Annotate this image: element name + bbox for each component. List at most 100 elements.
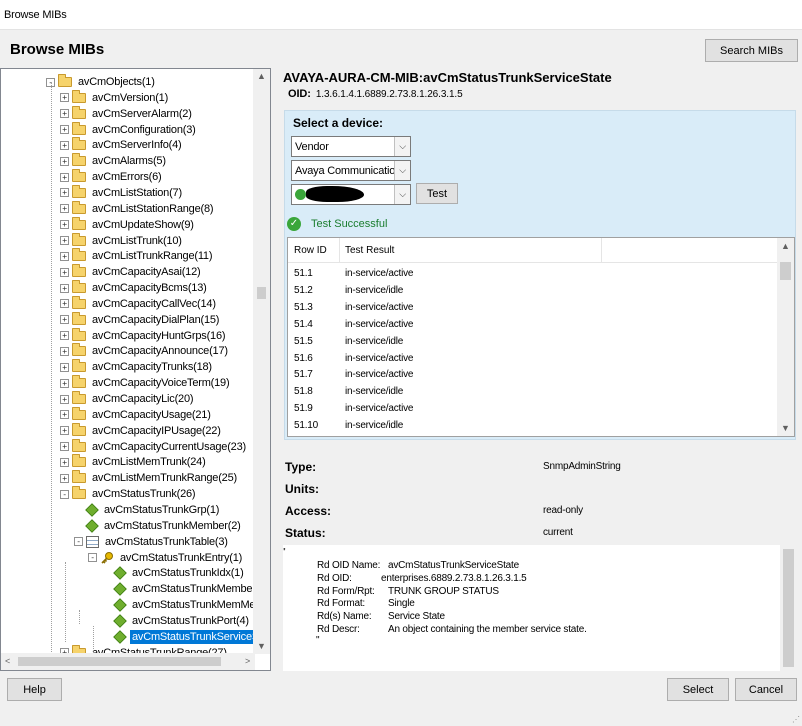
expand-icon[interactable]: + bbox=[60, 473, 69, 483]
tree-item[interactable]: + avCmUpdateShow(9) bbox=[60, 216, 196, 233]
tree-horizontal-scrollbar[interactable]: < > bbox=[1, 653, 255, 670]
expand-icon[interactable]: + bbox=[60, 220, 69, 230]
expand-icon[interactable]: + bbox=[60, 394, 69, 404]
chevron-down-icon[interactable]: ⌵ bbox=[394, 137, 410, 156]
tree-item[interactable]: avCmStatusTrunkMemberIdx(2) bbox=[102, 581, 255, 597]
expand-icon[interactable]: + bbox=[60, 109, 69, 119]
tree-scroll-thumb[interactable] bbox=[257, 287, 266, 299]
table-row[interactable]: 51.3 in-service/active bbox=[288, 299, 779, 316]
tree-item[interactable]: - avCmStatusTrunk(26) bbox=[60, 486, 197, 502]
resize-grip-icon[interactable]: ⋰ bbox=[792, 715, 800, 724]
tree-item[interactable]: + avCmServerInfo(4) bbox=[60, 137, 184, 153]
scroll-up-icon[interactable]: ▲ bbox=[257, 71, 266, 81]
tree-item[interactable]: + avCmListMemTrunk(24) bbox=[60, 454, 208, 470]
tree-item[interactable]: avCmStatusTrunkPort(4) bbox=[102, 613, 251, 629]
expand-icon[interactable]: + bbox=[60, 457, 69, 467]
expand-icon[interactable]: + bbox=[60, 251, 69, 261]
description-scrollbar[interactable] bbox=[780, 545, 797, 671]
tree-item[interactable]: + avCmCapacityCurrentUsage(23) bbox=[60, 438, 248, 455]
collapse-icon[interactable]: - bbox=[74, 537, 83, 547]
tree-item[interactable]: + avCmAlarms(5) bbox=[60, 153, 168, 169]
tree-item[interactable]: avCmStatusTrunkMember(2) bbox=[74, 518, 243, 534]
tree-item[interactable]: + avCmConfiguration(3) bbox=[60, 121, 198, 138]
expand-icon[interactable]: + bbox=[60, 362, 69, 372]
expand-icon[interactable]: + bbox=[60, 93, 69, 103]
tree-item[interactable]: - avCmStatusTrunkEntry(1) bbox=[88, 550, 244, 566]
expand-icon[interactable]: + bbox=[60, 331, 69, 341]
table-row[interactable]: 51.4 in-service/active bbox=[288, 316, 779, 333]
expand-icon[interactable]: + bbox=[60, 204, 69, 214]
expand-icon[interactable]: + bbox=[60, 426, 69, 436]
table-row[interactable]: 51.2 in-service/idle bbox=[288, 282, 779, 299]
table-row[interactable]: 51.9 in-service/active bbox=[288, 400, 779, 417]
tree-item[interactable]: + avCmListTrunk(10) bbox=[60, 232, 184, 249]
tree-item[interactable]: + avCmErrors(6) bbox=[60, 169, 164, 185]
expand-icon[interactable]: + bbox=[60, 125, 69, 135]
expand-icon[interactable]: + bbox=[60, 299, 69, 309]
tree-item[interactable]: avCmStatusTrunkIdx(1) bbox=[102, 565, 246, 581]
search-mibs-button[interactable]: Search MIBs bbox=[705, 39, 798, 62]
table-row[interactable]: 51.11in-service/idle bbox=[288, 434, 779, 436]
device-combo[interactable]: ⌵ bbox=[291, 184, 411, 205]
table-row[interactable]: 51.7 in-service/active bbox=[288, 366, 779, 383]
collapse-icon[interactable]: - bbox=[60, 489, 69, 499]
tree-item[interactable]: + avCmCapacityCallVec(14) bbox=[60, 295, 218, 312]
col-test-result[interactable]: Test Result bbox=[345, 245, 394, 256]
expand-icon[interactable]: + bbox=[60, 410, 69, 420]
description-box[interactable]: " Rd OID Name: avCmStatusTrunkServiceStat… bbox=[283, 545, 797, 671]
tree-hscroll-thumb[interactable] bbox=[18, 657, 221, 666]
expand-icon[interactable]: + bbox=[60, 378, 69, 388]
tree-item[interactable]: + avCmServerAlarm(2) bbox=[60, 105, 194, 122]
tree-item[interactable]: + avCmCapacityLic(20) bbox=[60, 391, 195, 407]
chevron-down-icon[interactable]: ⌵ bbox=[394, 161, 410, 180]
scroll-up-icon[interactable]: ▲ bbox=[781, 241, 790, 251]
chevron-down-icon[interactable]: ⌵ bbox=[394, 185, 410, 204]
tree-item[interactable]: avCmStatusTrunkMemMember(3) bbox=[102, 597, 255, 613]
collapse-icon[interactable]: - bbox=[88, 553, 97, 562]
tree-item[interactable]: + avCmListMemTrunkRange(25) bbox=[60, 470, 239, 486]
table-row[interactable]: 51.1 in-service/active bbox=[288, 265, 779, 282]
tree-item[interactable]: - avCmObjects(1) bbox=[46, 74, 157, 90]
expand-icon[interactable]: + bbox=[60, 172, 69, 182]
tree-item[interactable]: + avCmCapacityUsage(21) bbox=[60, 406, 213, 423]
expand-icon[interactable]: + bbox=[60, 315, 69, 325]
expand-icon[interactable]: + bbox=[60, 283, 69, 293]
description-scroll-thumb[interactable] bbox=[783, 549, 794, 667]
scroll-down-icon[interactable]: ▼ bbox=[781, 423, 790, 433]
table-row[interactable]: 51.10 in-service/idle bbox=[288, 417, 779, 434]
scroll-right-icon[interactable]: > bbox=[245, 656, 250, 666]
product-combo[interactable]: Avaya Communication ⌵ bbox=[291, 160, 411, 181]
tree-item[interactable]: avCmStatusTrunkServiceState(5) bbox=[102, 629, 255, 645]
test-button[interactable]: Test bbox=[416, 183, 458, 204]
tree-item[interactable]: + avCmCapacityAsai(12) bbox=[60, 264, 202, 280]
tree-item[interactable]: + avCmCapacityTrunks(18) bbox=[60, 359, 214, 375]
tree-item[interactable]: + avCmCapacityVoiceTerm(19) bbox=[60, 375, 231, 391]
table-row[interactable]: 51.5 in-service/idle bbox=[288, 333, 779, 350]
tree-item[interactable]: + avCmCapacityDialPlan(15) bbox=[60, 311, 221, 328]
select-button[interactable]: Select bbox=[667, 678, 729, 701]
cancel-button[interactable]: Cancel bbox=[735, 678, 797, 701]
results-grid[interactable]: Row ID Test Result 51.1 in-service/active… bbox=[287, 237, 795, 437]
tree-item[interactable]: + avCmCapacityBcms(13) bbox=[60, 280, 209, 296]
tree-item[interactable]: avCmStatusTrunkGrp(1) bbox=[74, 502, 221, 518]
tree-item[interactable]: + avCmCapacityHuntGrps(16) bbox=[60, 327, 227, 344]
tree-item[interactable]: + avCmVersion(1) bbox=[60, 89, 170, 106]
expand-icon[interactable]: + bbox=[60, 188, 69, 198]
results-vertical-scrollbar[interactable]: ▲ ▼ bbox=[777, 238, 794, 436]
results-scroll-thumb[interactable] bbox=[780, 262, 791, 280]
col-row-id[interactable]: Row ID bbox=[294, 245, 327, 256]
expand-icon[interactable]: + bbox=[60, 442, 69, 452]
mib-tree[interactable]: - avCmObjects(1) + avCmVersion(1) + avCmServe… bbox=[0, 68, 271, 671]
expand-icon[interactable]: + bbox=[60, 267, 69, 277]
tree-item[interactable]: + avCmListStationRange(8) bbox=[60, 200, 215, 217]
tree-item[interactable]: + avCmCapacityAnnounce(17) bbox=[60, 343, 230, 359]
help-button[interactable]: Help bbox=[7, 678, 62, 701]
table-row[interactable]: 51.6 in-service/active bbox=[288, 350, 779, 367]
tree-vertical-scrollbar[interactable]: ▲ ▼ bbox=[253, 69, 270, 654]
expand-icon[interactable]: + bbox=[60, 236, 69, 245]
tree-item[interactable]: + avCmCapacityIPUsage(22) bbox=[60, 422, 223, 439]
table-row[interactable]: 51.8 in-service/idle bbox=[288, 383, 779, 400]
tree-item[interactable]: - avCmStatusTrunkTable(3) bbox=[74, 534, 230, 550]
expand-icon[interactable]: + bbox=[60, 346, 69, 356]
tree-item[interactable]: + avCmListStation(7) bbox=[60, 184, 184, 201]
